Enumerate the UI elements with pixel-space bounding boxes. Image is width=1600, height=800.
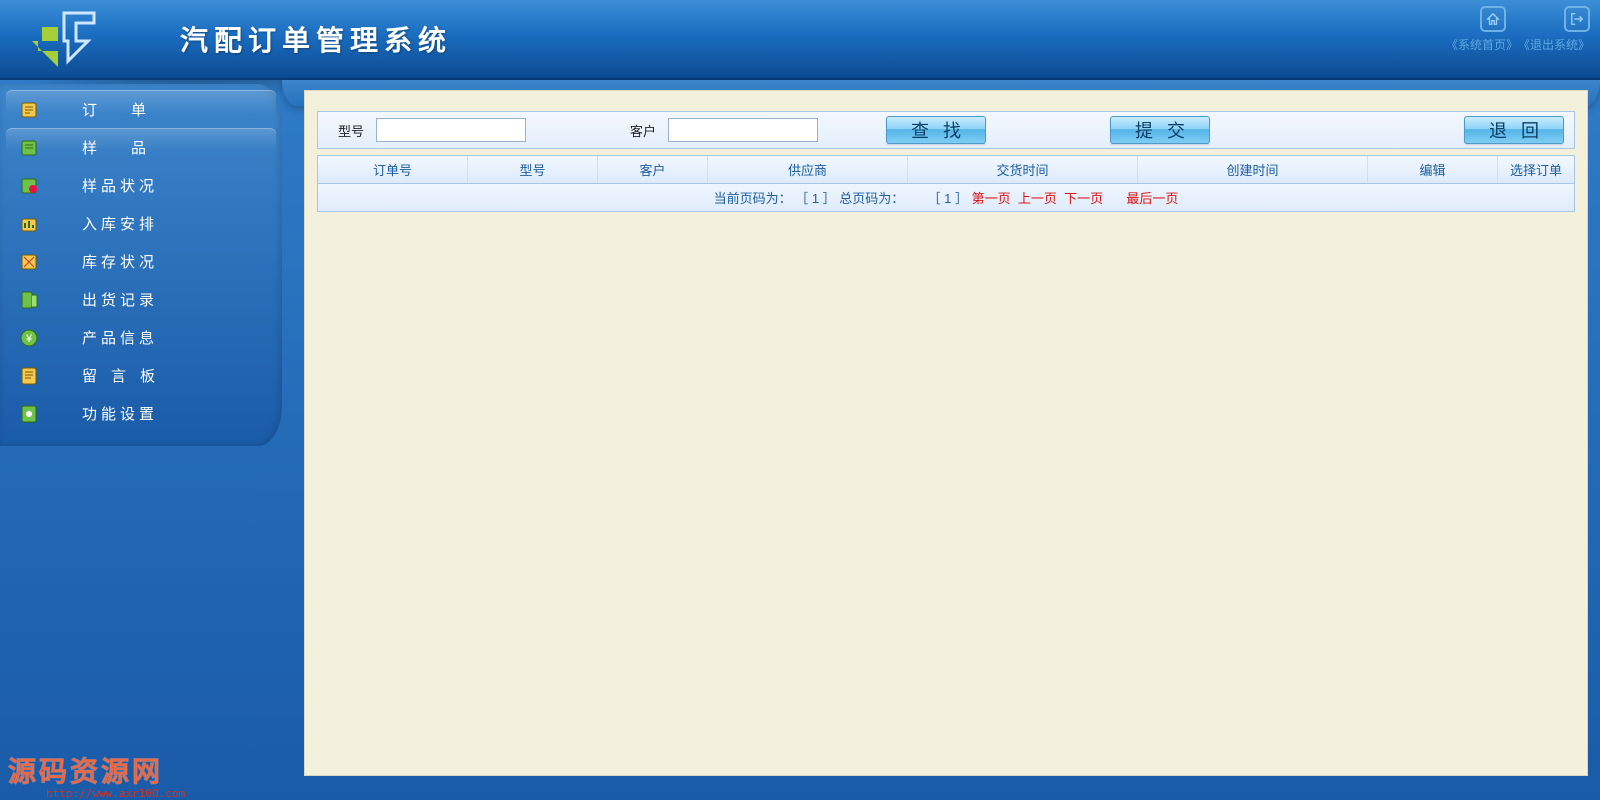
product-info-icon: ¥ bbox=[18, 326, 40, 348]
pager-prefix: 当前页码为： bbox=[714, 191, 792, 206]
back-button[interactable]: 退回 bbox=[1464, 116, 1564, 144]
sample-status-icon bbox=[18, 174, 40, 196]
message-board-icon bbox=[18, 364, 40, 386]
column-header: 交货时间 bbox=[908, 156, 1138, 183]
content-area: 型号 客户 查找 提交 退回 订单号型号客户供应商交货时间创建时间编辑选择订单 … bbox=[282, 80, 1600, 800]
sidebar-item-label: 样品 bbox=[82, 137, 180, 158]
sidebar-item-label: 功能设置 bbox=[82, 403, 158, 424]
pager-next[interactable]: 下一页 bbox=[1064, 191, 1103, 206]
pager-total-prefix: 总页码为： bbox=[839, 191, 904, 206]
ship-record-icon bbox=[18, 288, 40, 310]
sidebar-item-label: 入库安排 bbox=[82, 213, 158, 234]
sidebar: 订单样品样品状况入库安排库存状况出货记录 ¥ 产品信息留言板功能设置 bbox=[0, 80, 282, 800]
header-right: 《系统首页》 《退出系统》 bbox=[1446, 6, 1590, 53]
pager-last[interactable]: 最后一页 bbox=[1126, 191, 1178, 206]
pager-prev[interactable]: 上一页 bbox=[1018, 191, 1057, 206]
settings-icon bbox=[18, 402, 40, 424]
sidebar-item-message-board[interactable]: 留言板 bbox=[6, 356, 276, 394]
home-icon[interactable] bbox=[1480, 6, 1506, 32]
logo-icon bbox=[28, 11, 100, 67]
pager-row: 当前页码为： ［ 1 ］ 总页码为： ［ 1 ］ 第一页 上一页 下一页 最后一… bbox=[318, 184, 1574, 211]
filter-bar: 型号 客户 查找 提交 退回 bbox=[317, 111, 1575, 149]
sidebar-item-ship-record[interactable]: 出货记录 bbox=[6, 280, 276, 318]
column-header: 订单号 bbox=[318, 156, 468, 183]
app-title: 汽配订单管理系统 bbox=[180, 19, 452, 59]
submit-button[interactable]: 提交 bbox=[1110, 116, 1210, 144]
column-header: 供应商 bbox=[708, 156, 908, 183]
column-header: 编辑 bbox=[1368, 156, 1498, 183]
stock-status-icon bbox=[18, 250, 40, 272]
column-header: 型号 bbox=[468, 156, 598, 183]
customer-label: 客户 bbox=[630, 121, 656, 140]
app-header: 汽配订单管理系统 《系统首页》 《退出系统》 bbox=[0, 0, 1600, 80]
content-panel: 型号 客户 查找 提交 退回 订单号型号客户供应商交货时间创建时间编辑选择订单 … bbox=[304, 90, 1588, 776]
model-input[interactable] bbox=[376, 118, 526, 142]
orders-table: 订单号型号客户供应商交货时间创建时间编辑选择订单 当前页码为： ［ 1 ］ 总页… bbox=[317, 155, 1575, 212]
svg-text:¥: ¥ bbox=[25, 333, 33, 345]
sidebar-item-label: 出货记录 bbox=[82, 289, 158, 310]
sidebar-item-label: 订单 bbox=[82, 99, 180, 120]
customer-input[interactable] bbox=[668, 118, 818, 142]
sample-icon bbox=[18, 136, 40, 158]
pager-current: ［ 1 ］ bbox=[795, 191, 835, 206]
inbound-plan-icon bbox=[18, 212, 40, 234]
sidebar-item-label: 产品信息 bbox=[82, 327, 158, 348]
search-button[interactable]: 查找 bbox=[886, 116, 986, 144]
column-header: 选择订单 bbox=[1498, 156, 1574, 183]
pager-first[interactable]: 第一页 bbox=[972, 191, 1011, 206]
sidebar-item-product-info[interactable]: ¥ 产品信息 bbox=[6, 318, 276, 356]
sidebar-item-stock-status[interactable]: 库存状况 bbox=[6, 242, 276, 280]
table-header-row: 订单号型号客户供应商交货时间创建时间编辑选择订单 bbox=[318, 156, 1574, 184]
sidebar-item-label: 样品状况 bbox=[82, 175, 158, 196]
pager-total: ［ 1 ］ bbox=[928, 191, 968, 206]
sidebar-item-sample[interactable]: 样品 bbox=[6, 128, 276, 166]
exit-link[interactable]: 《退出系统》 bbox=[1518, 36, 1590, 53]
sidebar-item-label: 留言板 bbox=[82, 365, 169, 386]
sidebar-item-settings[interactable]: 功能设置 bbox=[6, 394, 276, 432]
exit-icon[interactable] bbox=[1564, 6, 1590, 32]
model-label: 型号 bbox=[338, 121, 364, 140]
sidebar-item-order[interactable]: 订单 bbox=[6, 90, 276, 128]
sidebar-item-inbound-plan[interactable]: 入库安排 bbox=[6, 204, 276, 242]
sidebar-item-sample-status[interactable]: 样品状况 bbox=[6, 166, 276, 204]
order-icon bbox=[18, 98, 40, 120]
home-link[interactable]: 《系统首页》 bbox=[1446, 36, 1518, 53]
sidebar-item-label: 库存状况 bbox=[82, 251, 158, 272]
column-header: 客户 bbox=[598, 156, 708, 183]
column-header: 创建时间 bbox=[1138, 156, 1368, 183]
